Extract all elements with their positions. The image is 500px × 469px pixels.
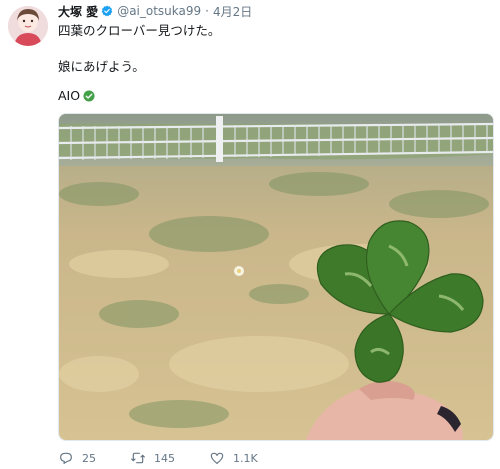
heart-icon (210, 452, 224, 464)
tweet-header: 大塚 愛 @ai_otsuka99 · 4月2日 (58, 3, 252, 19)
tweet-date[interactable]: 4月2日 (213, 3, 252, 20)
like-button[interactable]: 1.1K (209, 450, 258, 466)
verified-badge-icon (101, 5, 113, 17)
aio-signature: AIO (58, 88, 81, 103)
author-name[interactable]: 大塚 愛 (58, 3, 98, 20)
retweet-button[interactable]: 145 (130, 450, 175, 466)
retweet-icon (131, 452, 145, 464)
avatar-icon (8, 6, 48, 46)
reply-icon (60, 452, 72, 464)
tweet-actions: 25 145 1.1K (58, 449, 292, 467)
reply-button[interactable]: 25 (58, 450, 96, 466)
like-count: 1.1K (233, 451, 258, 465)
author-handle[interactable]: @ai_otsuka99 (117, 4, 201, 18)
clover-photo (59, 114, 493, 440)
tweet-text-line-3: AIO (58, 88, 95, 103)
retweet-count: 145 (154, 451, 175, 465)
tweet-image[interactable] (58, 113, 494, 441)
reply-count: 25 (82, 451, 96, 465)
author-avatar[interactable] (8, 6, 48, 46)
tweet-text-line-2: 娘にあげよう。 (58, 59, 145, 74)
tweet-text-line-1: 四葉のクローバー見つけた。 (58, 23, 221, 38)
check-mark-icon (83, 90, 95, 102)
separator-dot: · (205, 4, 209, 18)
